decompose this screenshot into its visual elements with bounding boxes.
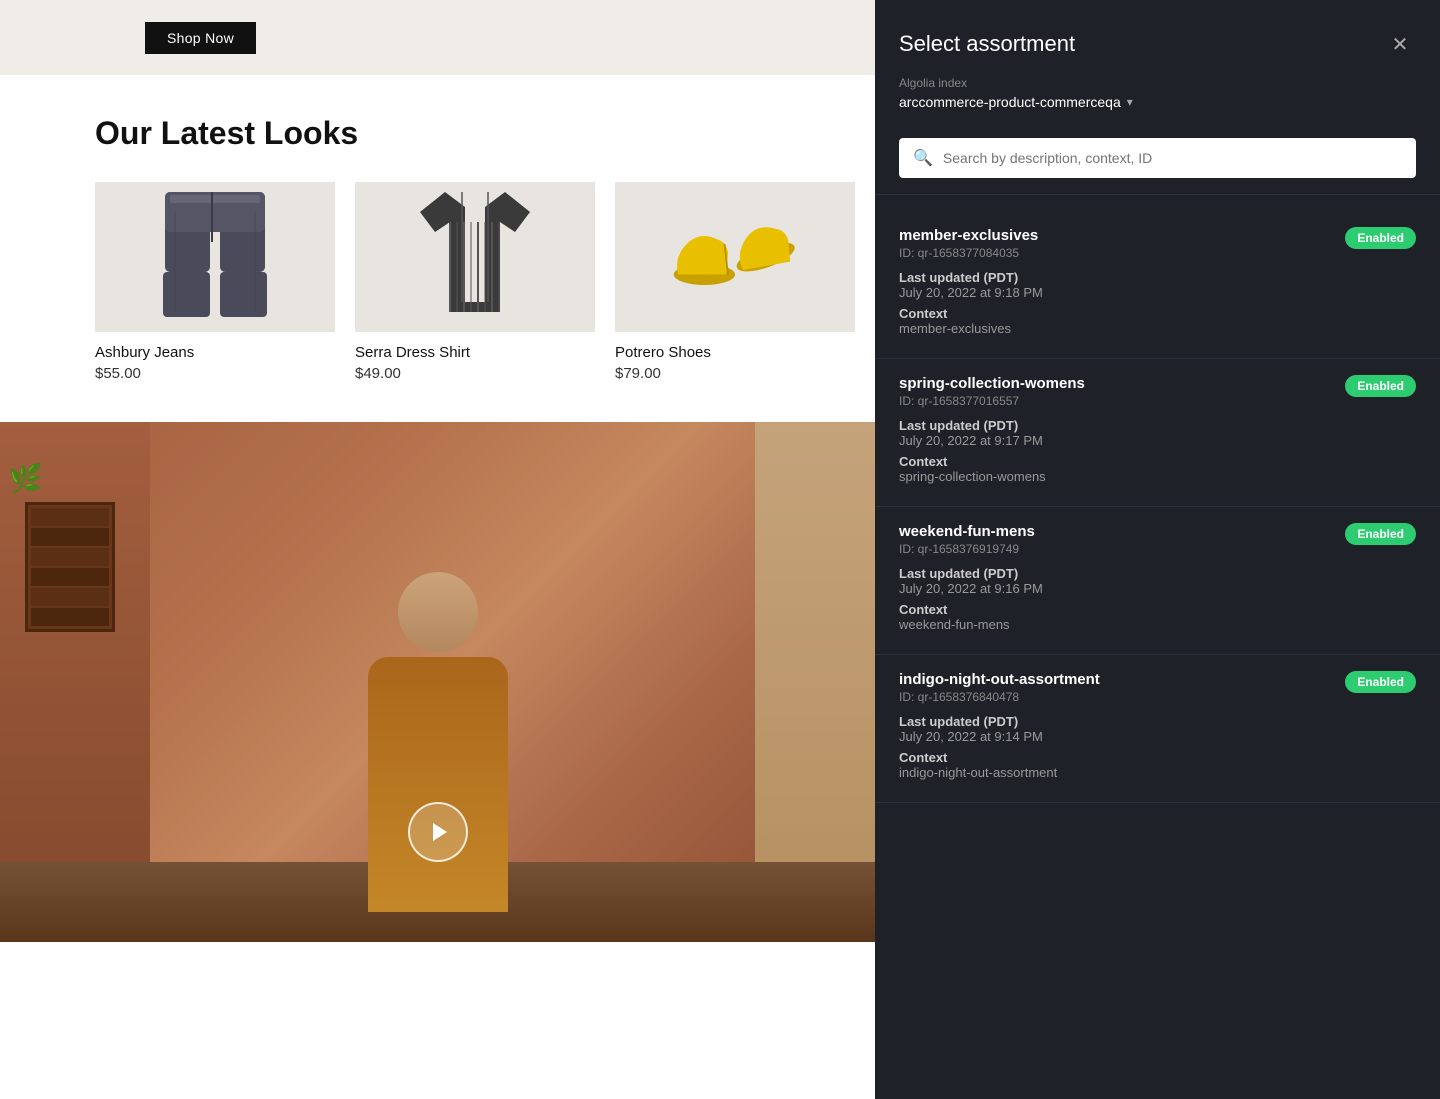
algolia-dropdown[interactable]: arccommerce-product-commerceqa ▾ — [899, 94, 1416, 110]
panel-header: Select assortment ✕ — [875, 0, 1440, 76]
product-name-jeans: Ashbury Jeans — [95, 344, 335, 361]
last-updated-label-0: Last updated (PDT) — [899, 270, 1416, 285]
item-header-0: member-exclusives ID: qr-1658377084035 E… — [899, 227, 1416, 260]
status-badge-0: Enabled — [1345, 227, 1416, 249]
algolia-section: Algolia index arccommerce-product-commer… — [875, 76, 1440, 126]
product-price-shoes: $79.00 — [615, 365, 855, 382]
item-header-1: spring-collection-womens ID: qr-16583770… — [899, 375, 1416, 408]
last-updated-value-3: July 20, 2022 at 9:14 PM — [899, 729, 1416, 744]
context-label-1: Context — [899, 454, 1416, 469]
context-label-3: Context — [899, 750, 1416, 765]
item-id-2: ID: qr-1658376919749 — [899, 542, 1035, 556]
context-value-0: member-exclusives — [899, 321, 1416, 336]
shop-now-button[interactable]: Shop Now — [145, 22, 256, 54]
search-container: 🔍 — [875, 126, 1440, 178]
assortment-item-0[interactable]: member-exclusives ID: qr-1658377084035 E… — [875, 211, 1440, 359]
section-heading: Our Latest Looks — [95, 115, 825, 152]
item-name-1: spring-collection-womens — [899, 375, 1085, 392]
last-updated-row-1: Last updated (PDT) July 20, 2022 at 9:17… — [899, 418, 1416, 448]
last-updated-label-3: Last updated (PDT) — [899, 714, 1416, 729]
item-name-3: indigo-night-out-assortment — [899, 671, 1100, 688]
item-id-0: ID: qr-1658377084035 — [899, 246, 1038, 260]
context-row-3: Context indigo-night-out-assortment — [899, 750, 1416, 780]
search-box: 🔍 — [899, 138, 1416, 178]
last-updated-label-2: Last updated (PDT) — [899, 566, 1416, 581]
main-content: Shop Now Our Latest Looks — [0, 0, 875, 1099]
product-image-jeans — [95, 182, 335, 332]
item-name-2: weekend-fun-mens — [899, 523, 1035, 540]
item-header-3: indigo-night-out-assortment ID: qr-16583… — [899, 671, 1416, 704]
item-header-2: weekend-fun-mens ID: qr-1658376919749 En… — [899, 523, 1416, 556]
last-updated-value-1: July 20, 2022 at 9:17 PM — [899, 433, 1416, 448]
algolia-value: arccommerce-product-commerceqa — [899, 94, 1121, 110]
last-updated-label-1: Last updated (PDT) — [899, 418, 1416, 433]
search-icon: 🔍 — [913, 148, 933, 168]
last-updated-row-0: Last updated (PDT) July 20, 2022 at 9:18… — [899, 270, 1416, 300]
panel-title: Select assortment — [899, 31, 1075, 57]
context-value-1: spring-collection-womens — [899, 469, 1416, 484]
product-card-shirt[interactable]: Serra Dress Shirt $49.00 — [355, 182, 595, 382]
item-name-0: member-exclusives — [899, 227, 1038, 244]
product-name-shoes: Potrero Shoes — [615, 344, 855, 361]
divider — [875, 194, 1440, 195]
context-label-2: Context — [899, 602, 1416, 617]
context-value-2: weekend-fun-mens — [899, 617, 1416, 632]
chevron-down-icon: ▾ — [1127, 95, 1133, 109]
context-row-1: Context spring-collection-womens — [899, 454, 1416, 484]
right-panel: Select assortment ✕ Algolia index arccom… — [875, 0, 1440, 1099]
product-card-jeans[interactable]: Ashbury Jeans $55.00 — [95, 182, 335, 382]
video-section: 🌿 — [0, 422, 875, 942]
product-name-shirt: Serra Dress Shirt — [355, 344, 595, 361]
assortment-item-1[interactable]: spring-collection-womens ID: qr-16583770… — [875, 359, 1440, 507]
latest-looks-section: Our Latest Looks — [0, 75, 875, 422]
product-price-shirt: $49.00 — [355, 365, 595, 382]
last-updated-value-0: July 20, 2022 at 9:18 PM — [899, 285, 1416, 300]
hero-top: Shop Now — [0, 0, 875, 75]
last-updated-value-2: July 20, 2022 at 9:16 PM — [899, 581, 1416, 596]
algolia-label: Algolia index — [899, 76, 1416, 90]
status-badge-3: Enabled — [1345, 671, 1416, 693]
status-badge-1: Enabled — [1345, 375, 1416, 397]
product-image-shirt — [355, 182, 595, 332]
search-input[interactable] — [943, 150, 1402, 166]
product-image-shoes — [615, 182, 855, 332]
item-id-3: ID: qr-1658376840478 — [899, 690, 1100, 704]
product-price-jeans: $55.00 — [95, 365, 335, 382]
context-row-0: Context member-exclusives — [899, 306, 1416, 336]
video-overlay — [0, 422, 875, 942]
product-card-shoes[interactable]: Potrero Shoes $79.00 — [615, 182, 855, 382]
context-value-3: indigo-night-out-assortment — [899, 765, 1416, 780]
close-button[interactable]: ✕ — [1384, 28, 1416, 60]
last-updated-row-3: Last updated (PDT) July 20, 2022 at 9:14… — [899, 714, 1416, 744]
item-id-1: ID: qr-1658377016557 — [899, 394, 1085, 408]
assortment-item-3[interactable]: indigo-night-out-assortment ID: qr-16583… — [875, 655, 1440, 803]
products-grid: Ashbury Jeans $55.00 — [95, 182, 825, 382]
context-label-0: Context — [899, 306, 1416, 321]
play-button[interactable] — [408, 802, 468, 862]
last-updated-row-2: Last updated (PDT) July 20, 2022 at 9:16… — [899, 566, 1416, 596]
assortments-list: member-exclusives ID: qr-1658377084035 E… — [875, 211, 1440, 803]
context-row-2: Context weekend-fun-mens — [899, 602, 1416, 632]
assortment-item-2[interactable]: weekend-fun-mens ID: qr-1658376919749 En… — [875, 507, 1440, 655]
status-badge-2: Enabled — [1345, 523, 1416, 545]
